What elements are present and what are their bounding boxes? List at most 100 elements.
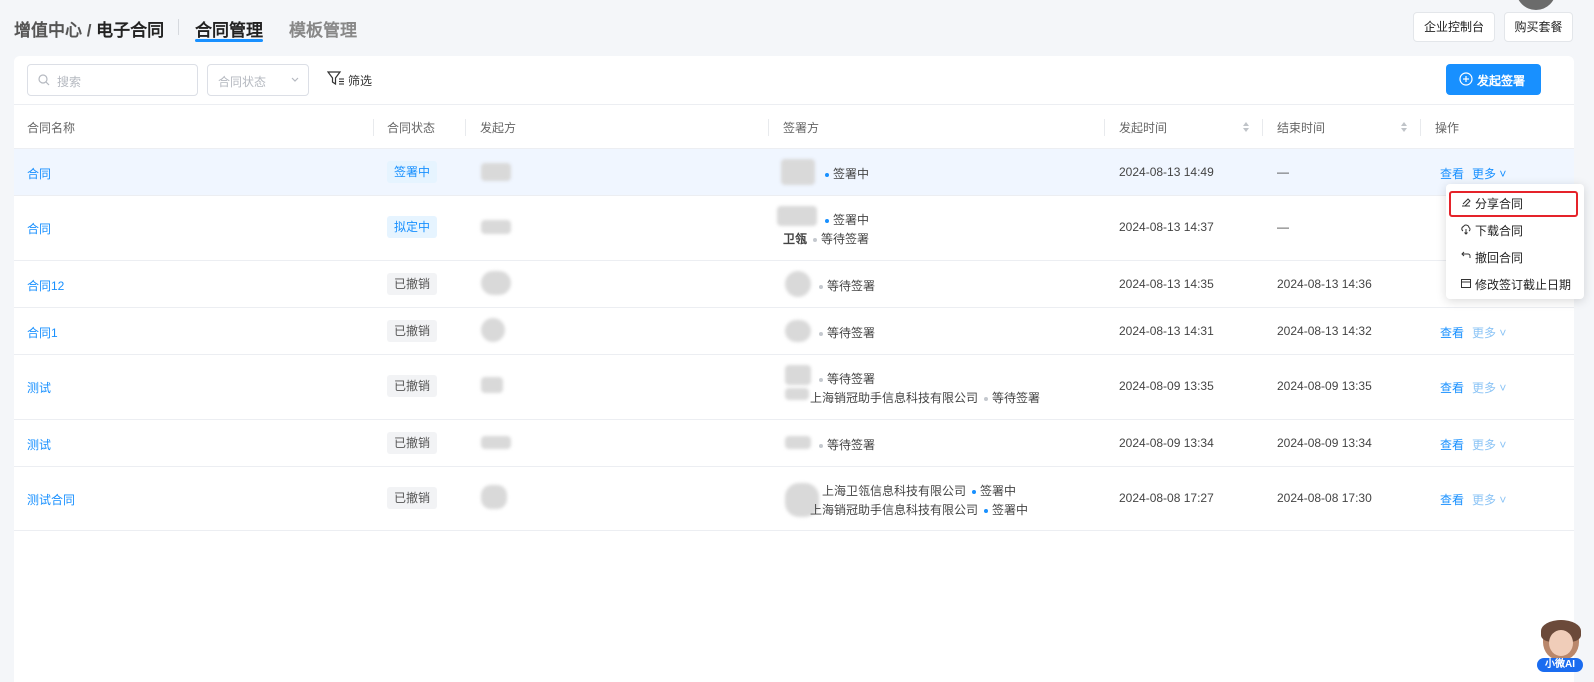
column-divider xyxy=(1104,119,1105,136)
enterprise-console-button[interactable]: 企业控制台 xyxy=(1413,12,1495,42)
column-header-initiator: 发起方 xyxy=(480,121,517,135)
column-divider xyxy=(768,119,769,136)
column-header-end-time: 结束时间 xyxy=(1277,121,1326,135)
toolbar: 搜索 合同状态 筛选 发起签署 xyxy=(14,56,1574,104)
chevron-down-icon: ˅ xyxy=(1496,438,1507,452)
assistant-avatar-face xyxy=(1549,630,1573,656)
status-badge: 拟定中 xyxy=(387,216,438,238)
signer-entry: 上海卫瓴信息科技有限公司 签署中 xyxy=(822,484,1017,498)
status-dot xyxy=(813,237,818,242)
calendar-icon xyxy=(1461,279,1471,288)
view-link[interactable]: 查看 xyxy=(1440,165,1464,182)
assistant-label: 小微AI xyxy=(1537,658,1583,672)
contract-name-link[interactable]: 合同 xyxy=(27,165,51,182)
contract-name-link[interactable]: 测试 xyxy=(27,379,51,396)
contract-name-link[interactable]: 合同12 xyxy=(27,277,64,294)
more-dropdown-trigger[interactable]: 更多 ˅ xyxy=(1472,436,1506,453)
signer-avatar-blurred xyxy=(781,159,815,185)
signer-entry: 签署中 xyxy=(819,165,869,182)
initiator-avatar-blurred xyxy=(481,163,511,181)
table-row[interactable]: 合同12 已撤销 等待签署 2024-08-13 14:35 2024-08-1… xyxy=(14,260,1574,307)
column-header-signers: 签署方 xyxy=(783,121,820,135)
status-badge: 已撤销 xyxy=(387,320,438,342)
breadcrumb-separator: / xyxy=(82,21,97,40)
initiator-avatar-blurred xyxy=(481,436,511,449)
start-time: 2024-08-09 13:35 xyxy=(1119,379,1214,393)
status-badge: 已撤销 xyxy=(387,432,438,454)
status-dot xyxy=(819,443,823,448)
column-divider xyxy=(1262,119,1263,136)
signer-entry: 签署中 xyxy=(819,211,869,228)
initiator-avatar-blurred xyxy=(481,377,503,393)
start-time: 2024-08-13 14:31 xyxy=(1119,324,1214,338)
sort-icon[interactable] xyxy=(1400,121,1408,133)
contract-name-link[interactable]: 测试合同 xyxy=(27,491,75,508)
chevron-down-icon: ˅ xyxy=(1496,326,1507,340)
user-avatar[interactable] xyxy=(1516,0,1556,10)
status-dot xyxy=(825,218,829,223)
table-row[interactable]: 测试合同 已撤销 上海卫瓴信息科技有限公司 签署中 上海销冠助手信息科技有限公司签… xyxy=(14,466,1574,531)
breadcrumb-current: 电子合同 xyxy=(96,21,165,40)
status-badge: 已撤销 xyxy=(387,487,438,509)
contract-name-link[interactable]: 合同1 xyxy=(27,324,58,341)
table-row[interactable]: 合同1 已撤销 等待签署 2024-08-13 14:31 2024-08-13… xyxy=(14,307,1574,354)
buy-package-button[interactable]: 购买套餐 xyxy=(1504,12,1573,42)
table-row[interactable]: 合同 拟定中 签署中 卫瓴 等待签署 2024-08-13 14:37 — xyxy=(14,195,1574,260)
end-time: 2024-08-13 14:32 xyxy=(1277,324,1372,338)
ai-assistant-button[interactable]: 小微AI xyxy=(1537,620,1583,672)
tab-template-management[interactable]: 模板管理 xyxy=(289,16,357,41)
start-time: 2024-08-13 14:35 xyxy=(1119,277,1214,291)
active-tab-indicator xyxy=(195,39,263,42)
status-select[interactable]: 合同状态 xyxy=(207,64,309,96)
table-row[interactable]: 测试 已撤销 等待签署 上海销冠助手信息科技有限公司 等待签署 2024-08-0… xyxy=(14,354,1574,419)
menu-item-withdraw-contract[interactable]: 撤回合同 xyxy=(1452,244,1578,268)
contract-list-card: 搜索 合同状态 筛选 发起签署 合同名称 合同状态 发起方 签署方 发起时间 结… xyxy=(14,56,1574,682)
status-badge: 已撤销 xyxy=(387,375,438,397)
sort-icon[interactable] xyxy=(1242,121,1250,133)
chevron-down-icon: ˅ xyxy=(1496,493,1507,507)
signer-entry: 等待签署 xyxy=(813,277,875,294)
chevron-down-icon: ˅ xyxy=(1496,381,1507,395)
more-dropdown-trigger[interactable]: 更多 ˅ xyxy=(1472,379,1506,396)
signer-entry: 等待签署 xyxy=(813,370,875,387)
table-header: 合同名称 合同状态 发起方 签署方 发起时间 结束时间 操作 xyxy=(14,104,1574,148)
contract-name-link[interactable]: 测试 xyxy=(27,436,51,453)
view-link[interactable]: 查看 xyxy=(1440,436,1464,453)
status-select-placeholder: 合同状态 xyxy=(218,75,267,89)
view-link[interactable]: 查看 xyxy=(1440,491,1464,508)
signer-entry: 等待签署 xyxy=(813,436,875,453)
more-actions-menu: 分享合同 下载合同 撤回合同 修改签订截止日期 xyxy=(1446,184,1584,299)
menu-item-download-contract[interactable]: 下载合同 xyxy=(1452,217,1578,241)
breadcrumb-parent[interactable]: 增值中心 xyxy=(14,21,82,40)
search-input[interactable]: 搜索 xyxy=(27,64,198,96)
contract-name-link[interactable]: 合同 xyxy=(27,220,51,237)
end-time: 2024-08-09 13:34 xyxy=(1277,436,1372,450)
more-dropdown-trigger[interactable]: 更多 ˅ xyxy=(1472,165,1506,182)
launch-signing-label: 发起签署 xyxy=(1477,74,1526,88)
column-header-actions: 操作 xyxy=(1435,121,1460,135)
launch-signing-button[interactable]: 发起签署 xyxy=(1446,64,1541,95)
start-time: 2024-08-13 14:49 xyxy=(1119,165,1214,179)
search-placeholder: 搜索 xyxy=(57,75,82,89)
menu-item-edit-deadline[interactable]: 修改签订截止日期 xyxy=(1452,271,1578,295)
menu-item-share-contract[interactable]: 分享合同 xyxy=(1452,190,1578,214)
initiator-avatar-blurred xyxy=(481,271,511,295)
chevron-down-icon: ˅ xyxy=(1496,167,1507,181)
tab-contract-management[interactable]: 合同管理 xyxy=(195,16,263,41)
end-time: 2024-08-09 13:35 xyxy=(1277,379,1372,393)
table-row[interactable]: 测试 已撤销 等待签署 2024-08-09 13:34 2024-08-09 … xyxy=(14,419,1574,466)
end-time: 2024-08-08 17:30 xyxy=(1277,491,1372,505)
column-header-status: 合同状态 xyxy=(387,121,436,135)
signer-entry: 等待签署 xyxy=(813,324,875,341)
table-row[interactable]: 合同 签署中 签署中 2024-08-13 14:49 — 查看 更多 ˅ xyxy=(14,148,1574,195)
signer-entry: 上海销冠助手信息科技有限公司 签署中 xyxy=(810,503,1029,517)
status-badge: 已撤销 xyxy=(387,273,438,295)
status-dot xyxy=(819,331,823,336)
status-badge: 签署中 xyxy=(387,161,438,183)
start-time: 2024-08-09 13:34 xyxy=(1119,436,1214,450)
more-dropdown-trigger[interactable]: 更多 ˅ xyxy=(1472,491,1506,508)
view-link[interactable]: 查看 xyxy=(1440,379,1464,396)
undo-icon xyxy=(1461,251,1471,258)
more-dropdown-trigger[interactable]: 更多 ˅ xyxy=(1472,324,1506,341)
view-link[interactable]: 查看 xyxy=(1440,324,1464,341)
